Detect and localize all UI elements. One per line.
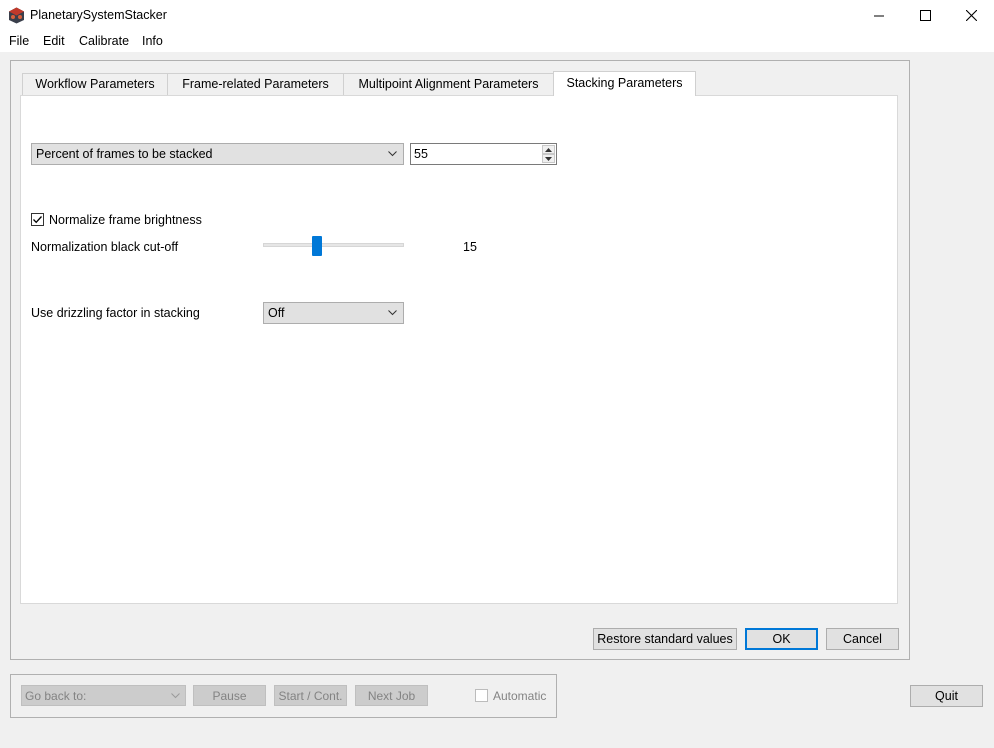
spin-up-button[interactable] xyxy=(542,145,555,154)
maximize-button[interactable] xyxy=(902,0,948,31)
pause-button[interactable]: Pause xyxy=(193,685,266,706)
normalize-brightness-label[interactable]: Normalize frame brightness xyxy=(49,213,202,227)
ok-button[interactable]: OK xyxy=(745,628,818,650)
chevron-down-icon xyxy=(388,151,397,157)
go-back-placeholder: Go back to: xyxy=(25,689,87,703)
frames-value-spinbox[interactable]: 55 xyxy=(410,143,557,165)
drizzle-combo[interactable]: Off xyxy=(263,302,404,324)
chevron-down-icon xyxy=(171,693,180,699)
drizzle-value: Off xyxy=(268,306,285,320)
stacking-parameters-panel xyxy=(20,95,898,604)
frames-mode-combo[interactable]: Percent of frames to be stacked xyxy=(31,143,404,165)
chevron-down-icon xyxy=(388,310,397,316)
menu-edit[interactable]: Edit xyxy=(43,34,65,48)
tab-multipoint-alignment-parameters[interactable]: Multipoint Alignment Parameters xyxy=(343,73,554,95)
automatic-label[interactable]: Automatic xyxy=(493,689,546,703)
frames-value-text[interactable]: 55 xyxy=(414,147,428,161)
black-cutoff-slider-handle[interactable] xyxy=(312,236,322,256)
next-job-button[interactable]: Next Job xyxy=(355,685,428,706)
arrow-up-icon xyxy=(545,147,552,152)
close-button[interactable] xyxy=(948,0,994,31)
go-back-combo[interactable]: Go back to: xyxy=(21,685,186,706)
window-title: PlanetarySystemStacker xyxy=(30,8,167,22)
normalize-brightness-checkbox[interactable] xyxy=(31,213,44,226)
start-continue-button[interactable]: Start / Cont. xyxy=(274,685,347,706)
app-icon xyxy=(8,7,25,24)
spin-down-button[interactable] xyxy=(542,154,555,163)
automatic-checkbox[interactable] xyxy=(475,689,488,702)
minimize-icon xyxy=(874,15,884,16)
maximize-icon xyxy=(919,10,931,21)
cancel-button[interactable]: Cancel xyxy=(826,628,899,650)
close-icon xyxy=(965,10,977,21)
restore-standard-values-button[interactable]: Restore standard values xyxy=(593,628,737,650)
arrow-down-icon xyxy=(545,156,552,161)
frames-mode-value: Percent of frames to be stacked xyxy=(36,147,213,161)
menu-file[interactable]: File xyxy=(9,34,29,48)
tab-stacking-parameters[interactable]: Stacking Parameters xyxy=(553,71,696,96)
menu-info[interactable]: Info xyxy=(142,34,163,48)
menu-calibrate[interactable]: Calibrate xyxy=(79,34,129,48)
tab-workflow-parameters[interactable]: Workflow Parameters xyxy=(22,73,168,95)
tab-frame-related-parameters[interactable]: Frame-related Parameters xyxy=(167,73,344,95)
minimize-button[interactable] xyxy=(856,0,902,31)
black-cutoff-slider-track[interactable] xyxy=(263,243,404,247)
checkmark-icon xyxy=(33,216,42,224)
black-cutoff-value: 15 xyxy=(463,240,477,254)
drizzle-label: Use drizzling factor in stacking xyxy=(31,306,200,320)
black-cutoff-label: Normalization black cut-off xyxy=(31,240,179,254)
quit-button[interactable]: Quit xyxy=(910,685,983,707)
